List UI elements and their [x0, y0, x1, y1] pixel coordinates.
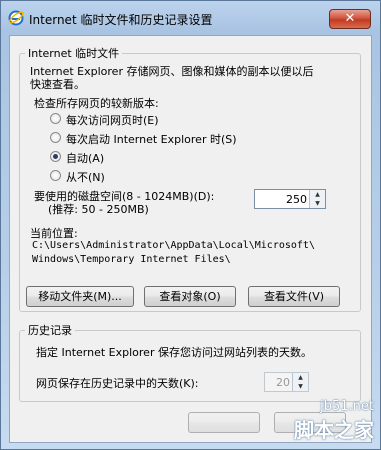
current-location-label: 当前位置:: [30, 227, 78, 240]
watermark: jb51.net 脚本之家: [294, 399, 374, 443]
location-path-line2: Windows\Temporary Internet Files\: [32, 254, 231, 265]
history-group-title: 历史记录: [28, 324, 72, 337]
radio-button[interactable]: [50, 132, 61, 143]
history-description: 指定 Internet Explorer 保存您访问过网站列表的天数。: [36, 346, 312, 359]
spinner-arrows[interactable]: ▲ ▼: [292, 373, 308, 391]
radio-button[interactable]: [50, 170, 61, 181]
temp-files-group-title: Internet 临时文件: [28, 47, 120, 60]
watermark-line2: 脚本之家: [294, 418, 374, 442]
spin-up-icon[interactable]: ▲: [293, 373, 308, 382]
temp-files-description-line2: 快速查看。: [30, 78, 85, 91]
spin-down-icon[interactable]: ▼: [293, 382, 308, 391]
history-days-value[interactable]: 20: [276, 376, 290, 389]
view-objects-button[interactable]: 查看对象(O): [144, 286, 236, 307]
disk-space-value[interactable]: 250: [286, 193, 307, 206]
spin-up-icon[interactable]: ▲: [310, 190, 325, 199]
watermark-line1: jb51.net: [320, 399, 374, 414]
disk-space-hint: (推荐: 50 - 250MB): [48, 203, 149, 216]
move-folder-button[interactable]: 移动文件夹(M)...: [26, 286, 134, 307]
disk-space-spinner[interactable]: 250 ▲ ▼: [254, 189, 326, 209]
radio-label: 每次访问网页时(E): [66, 114, 159, 127]
close-button[interactable]: ✕: [329, 9, 371, 29]
ok-button[interactable]: [188, 412, 260, 433]
radio-label: 从不(N): [66, 171, 105, 184]
view-files-button[interactable]: 查看文件(V): [248, 286, 340, 307]
radio-label: 自动(A): [66, 152, 105, 165]
history-days-label: 网页保存在历史记录中的天数(K):: [36, 377, 199, 390]
check-versions-label: 检查所存网页的较新版本:: [34, 97, 159, 110]
window-title: Internet 临时文件和历史记录设置: [29, 13, 213, 27]
radio-button[interactable]: [50, 113, 61, 124]
spin-down-icon[interactable]: ▼: [310, 199, 325, 208]
title-bar[interactable]: Internet 临时文件和历史记录设置 ✕: [1, 1, 380, 35]
dialog-window: Internet 临时文件和历史记录设置 ✕ Internet 临时文件 Int…: [0, 0, 381, 450]
location-path-line1: C:\Users\Administrator\AppData\Local\Mic…: [32, 240, 315, 251]
history-days-spinner[interactable]: 20 ▲ ▼: [264, 372, 309, 392]
spinner-arrows[interactable]: ▲ ▼: [309, 190, 325, 208]
radio-button-selected[interactable]: [50, 151, 61, 162]
internet-explorer-icon: [8, 10, 24, 26]
radio-label: 每次启动 Internet Explorer 时(S): [66, 133, 237, 146]
dialog-client-area: Internet 临时文件 Internet Explorer 存储网页、图像和…: [9, 35, 372, 443]
